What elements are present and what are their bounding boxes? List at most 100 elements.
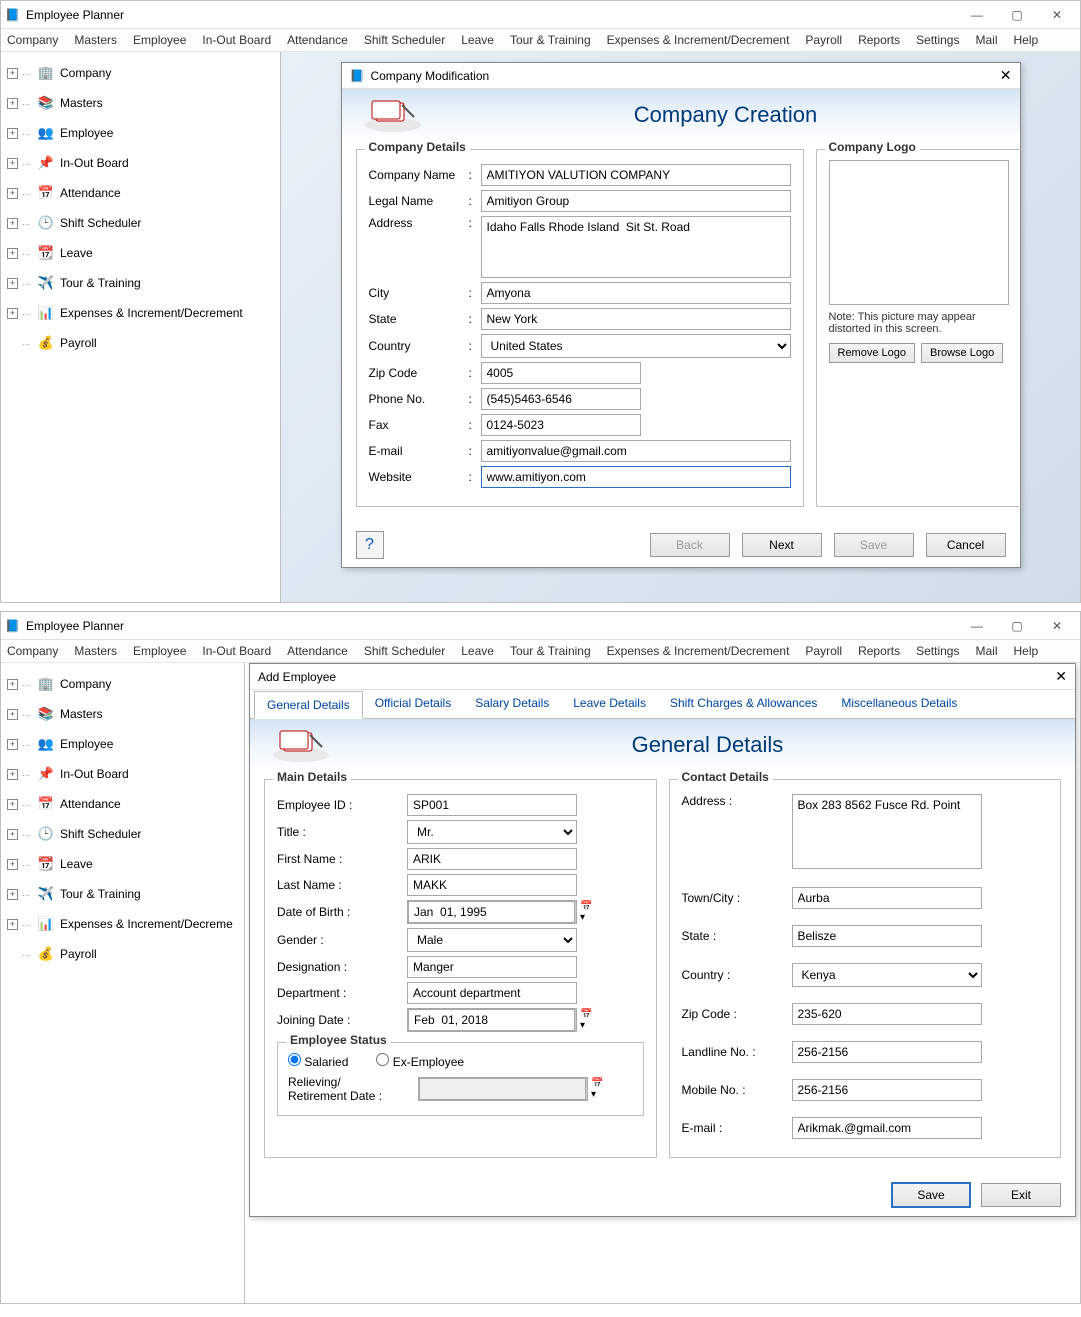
input-town[interactable] — [792, 887, 982, 909]
expand-icon[interactable]: + — [7, 68, 18, 79]
select-title[interactable]: Mr. — [407, 820, 577, 844]
expand-icon[interactable]: + — [7, 308, 18, 319]
menu-help[interactable]: Help — [1014, 33, 1039, 47]
tree-item-attendance[interactable]: +📅Attendance — [5, 178, 276, 208]
input-designation[interactable] — [407, 956, 577, 978]
input-firstname[interactable] — [407, 848, 577, 870]
expand-icon[interactable]: + — [7, 739, 18, 750]
expand-icon[interactable]: + — [7, 679, 18, 690]
menu-leave[interactable]: Leave — [461, 33, 494, 47]
tree-item-company[interactable]: +🏢Company — [5, 669, 240, 699]
input-empid[interactable] — [407, 794, 577, 816]
help-button[interactable]: ? — [356, 531, 384, 559]
input-legal-name[interactable] — [481, 190, 791, 212]
input-fax[interactable] — [481, 414, 641, 436]
maximize-button[interactable]: ▢ — [998, 4, 1036, 26]
tree-item-attendance[interactable]: +📅Attendance — [5, 789, 240, 819]
tree-item-expenses-increment-decrement[interactable]: +📊Expenses & Increment/Decrement — [5, 298, 276, 328]
menu-masters[interactable]: Masters — [74, 33, 117, 47]
menu-company[interactable]: Company — [7, 644, 58, 658]
datepicker-dob[interactable]: 📅▾ — [407, 900, 577, 924]
remove-logo-button[interactable]: Remove Logo — [829, 343, 916, 363]
menu-expenses-increment-decrement[interactable]: Expenses & Increment/Decrement — [607, 644, 790, 658]
menu-payroll[interactable]: Payroll — [805, 33, 842, 47]
input-city[interactable] — [481, 282, 791, 304]
exit-button[interactable]: Exit — [981, 1183, 1061, 1207]
save-button[interactable]: Save — [834, 533, 914, 557]
menu-attendance[interactable]: Attendance — [287, 33, 348, 47]
expand-icon[interactable]: + — [7, 859, 18, 870]
tree-item-payroll[interactable]: +💰Payroll — [5, 939, 240, 969]
menu-employee[interactable]: Employee — [133, 644, 186, 658]
tree-item-tour-training[interactable]: +✈️Tour & Training — [5, 268, 276, 298]
menu-employee[interactable]: Employee — [133, 33, 186, 47]
menu-tour-training[interactable]: Tour & Training — [510, 644, 591, 658]
tree-item-employee[interactable]: +👥Employee — [5, 729, 240, 759]
tree-item-tour-training[interactable]: +✈️Tour & Training — [5, 879, 240, 909]
expand-icon[interactable]: + — [7, 128, 18, 139]
calendar-icon[interactable]: 📅▾ — [575, 1009, 596, 1031]
expand-icon[interactable]: + — [7, 709, 18, 720]
tree-item-leave[interactable]: +📆Leave — [5, 849, 240, 879]
expand-icon[interactable]: + — [7, 889, 18, 900]
input-contact-address[interactable]: Box 283 8562 Fusce Rd. Point — [792, 794, 982, 869]
menu-expenses-increment-decrement[interactable]: Expenses & Increment/Decrement — [607, 33, 790, 47]
tree-item-employee[interactable]: +👥Employee — [5, 118, 276, 148]
input-address[interactable]: Idaho Falls Rhode Island Sit St. Road — [481, 216, 791, 278]
expand-icon[interactable]: + — [7, 769, 18, 780]
input-zip[interactable] — [481, 362, 641, 384]
expand-icon[interactable]: + — [7, 188, 18, 199]
input-mobile[interactable] — [792, 1079, 982, 1101]
input-landline[interactable] — [792, 1041, 982, 1063]
select-contact-country[interactable]: Kenya — [792, 963, 982, 987]
menu-settings[interactable]: Settings — [916, 644, 959, 658]
menu-company[interactable]: Company — [7, 33, 58, 47]
maximize-button[interactable]: ▢ — [998, 615, 1036, 637]
tree-item-shift-scheduler[interactable]: +🕒Shift Scheduler — [5, 208, 276, 238]
expand-icon[interactable]: + — [7, 248, 18, 259]
datepicker-joindate[interactable]: 📅▾ — [407, 1008, 577, 1032]
radio-ex-employee[interactable]: Ex-Employee — [376, 1053, 464, 1069]
tree-item-masters[interactable]: +📚Masters — [5, 699, 240, 729]
tree-item-in-out-board[interactable]: +📌In-Out Board — [5, 759, 240, 789]
input-phone[interactable] — [481, 388, 641, 410]
input-contact-state[interactable] — [792, 925, 982, 947]
menu-attendance[interactable]: Attendance — [287, 644, 348, 658]
menu-shift-scheduler[interactable]: Shift Scheduler — [364, 33, 445, 47]
select-gender[interactable]: Male — [407, 928, 577, 952]
back-button[interactable]: Back — [650, 533, 730, 557]
menu-reports[interactable]: Reports — [858, 644, 900, 658]
input-contact-email[interactable] — [792, 1117, 982, 1139]
tree-item-expenses-increment-decrement[interactable]: +📊Expenses & Increment/Decreme — [5, 909, 240, 939]
next-button[interactable]: Next — [742, 533, 822, 557]
radio-salaried[interactable]: Salaried — [288, 1053, 348, 1069]
menu-tour-training[interactable]: Tour & Training — [510, 33, 591, 47]
expand-icon[interactable]: + — [7, 829, 18, 840]
input-contact-zip[interactable] — [792, 1003, 982, 1025]
menu-reports[interactable]: Reports — [858, 33, 900, 47]
tab-miscellaneous-details[interactable]: Miscellaneous Details — [829, 690, 969, 718]
menu-in-out-board[interactable]: In-Out Board — [202, 33, 271, 47]
input-department[interactable] — [407, 982, 577, 1004]
browse-logo-button[interactable]: Browse Logo — [921, 343, 1003, 363]
input-lastname[interactable] — [407, 874, 577, 896]
tree-item-leave[interactable]: +📆Leave — [5, 238, 276, 268]
menu-settings[interactable]: Settings — [916, 33, 959, 47]
tree-item-in-out-board[interactable]: +📌In-Out Board — [5, 148, 276, 178]
dialog-close-button[interactable]: ✕ — [1000, 67, 1012, 84]
input-website[interactable] — [481, 466, 791, 488]
tree-item-shift-scheduler[interactable]: +🕒Shift Scheduler — [5, 819, 240, 849]
input-email[interactable] — [481, 440, 791, 462]
cancel-button[interactable]: Cancel — [926, 533, 1006, 557]
expand-icon[interactable]: + — [7, 158, 18, 169]
close-button[interactable]: ✕ — [1038, 4, 1076, 26]
expand-icon[interactable]: + — [7, 218, 18, 229]
input-company-name[interactable] — [481, 164, 791, 186]
expand-icon[interactable]: + — [7, 98, 18, 109]
tab-official-details[interactable]: Official Details — [363, 690, 463, 718]
minimize-button[interactable]: — — [958, 4, 996, 26]
tab-shift-charges-allowances[interactable]: Shift Charges & Allowances — [658, 690, 829, 718]
input-state[interactable] — [481, 308, 791, 330]
menu-mail[interactable]: Mail — [975, 644, 997, 658]
close-button[interactable]: ✕ — [1038, 615, 1076, 637]
